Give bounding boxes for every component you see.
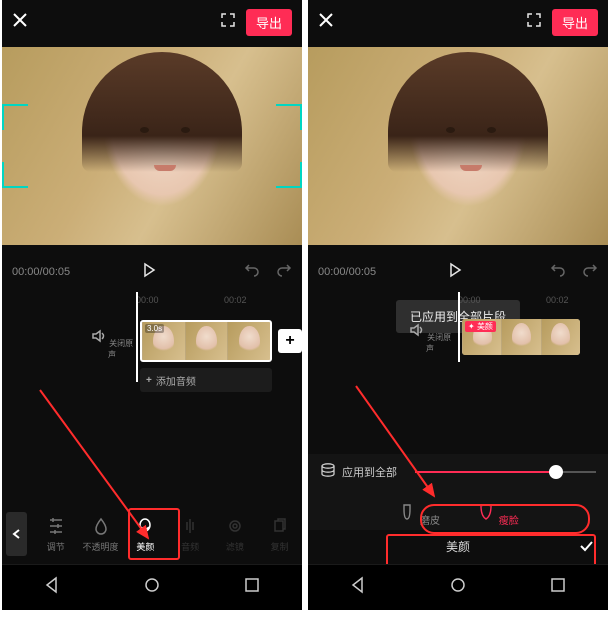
timeline[interactable]: 00:00 00:02 关闭原声 ✦ 美颜: [308, 292, 608, 380]
tool-audio[interactable]: 音频: [168, 516, 213, 553]
beauty-panel: 应用到全部 磨皮 瘦脸 美颜: [308, 454, 608, 562]
clip-track: ✦ 美颜: [462, 316, 580, 358]
confirm-icon[interactable]: [578, 538, 594, 554]
tool-adjust[interactable]: 调节: [33, 516, 78, 553]
timeline-ruler: 00:00 00:02: [2, 292, 302, 310]
video-preview[interactable]: [2, 44, 302, 248]
timeline-tick: 00:00: [136, 295, 159, 305]
preview-image: [308, 47, 608, 245]
crop-handle[interactable]: [2, 104, 4, 130]
mute-toggle[interactable]: 关闭原声: [408, 322, 452, 354]
video-clip[interactable]: ✦ 美颜: [462, 319, 580, 355]
fullscreen-icon[interactable]: [526, 12, 552, 33]
top-bar: 导出: [308, 0, 608, 44]
tool-copy[interactable]: 复制: [257, 516, 302, 553]
close-icon[interactable]: [318, 12, 334, 33]
timeline[interactable]: 00:00 00:02 关闭原声 3.0s + +添加音频: [2, 292, 302, 412]
preview-image: [2, 47, 302, 245]
playhead[interactable]: [136, 292, 138, 382]
video-preview[interactable]: [308, 44, 608, 248]
tool-label: 瘦脸: [499, 516, 519, 527]
top-bar: 导出: [2, 0, 302, 44]
tool-label: 滤镜: [212, 540, 257, 553]
screen-before: 导出 00:00/00:05 00:00 00:02 关闭原声: [2, 0, 302, 610]
video-clip[interactable]: 3.0s: [140, 320, 272, 362]
timeline-tick: 00:02: [546, 295, 569, 305]
apply-all-icon[interactable]: [320, 462, 336, 483]
redo-icon[interactable]: [260, 262, 292, 283]
crop-handle[interactable]: [2, 186, 28, 188]
undo-icon[interactable]: [534, 262, 566, 283]
add-audio-button[interactable]: +添加音频: [140, 368, 272, 392]
playback-controls: 00:00/00:05: [308, 252, 608, 292]
timeline-tick: 00:02: [224, 295, 247, 305]
screen-after: 导出 已应用到全部片段 00:00/00:05 00:00 00:02 关闭原声…: [308, 0, 608, 610]
playback-controls: 00:00/00:05: [2, 252, 302, 292]
tool-label: 美颜: [123, 540, 168, 553]
apply-all-row: 应用到全部: [308, 454, 608, 490]
clip-duration: 3.0s: [145, 324, 164, 333]
time-display: 00:00/00:05: [318, 266, 376, 278]
nav-home-icon[interactable]: [143, 576, 161, 599]
redo-icon[interactable]: [566, 262, 598, 283]
slider-fill: [415, 471, 556, 473]
nav-recent-icon[interactable]: [243, 576, 261, 599]
beauty-slider[interactable]: [415, 462, 596, 482]
tool-label: 不透明度: [78, 540, 123, 553]
fullscreen-icon[interactable]: [220, 12, 246, 33]
nav-home-icon[interactable]: [449, 576, 467, 599]
mute-label: 关闭原声: [108, 339, 133, 359]
tool-label: 音频: [168, 540, 213, 553]
nav-recent-icon[interactable]: [549, 576, 567, 599]
beauty-tool-face[interactable]: 瘦脸: [476, 502, 519, 527]
mute-label: 关闭原声: [426, 333, 451, 353]
tool-beauty[interactable]: 美颜: [123, 516, 168, 553]
tool-label: 复制: [257, 540, 302, 553]
crop-handle[interactable]: [300, 104, 302, 130]
tool-bar: 调节 不透明度 美颜 音频 滤镜 复制: [2, 506, 302, 562]
undo-icon[interactable]: [228, 262, 260, 283]
tool-label: 磨皮: [420, 516, 440, 527]
play-icon[interactable]: [141, 262, 157, 283]
panel-footer: 美颜: [308, 530, 608, 562]
add-clip-button[interactable]: +: [278, 329, 302, 353]
back-button[interactable]: [6, 512, 27, 556]
close-icon[interactable]: [12, 12, 28, 33]
clip-badge: ✦ 美颜: [465, 321, 496, 332]
time-display: 00:00/00:05: [12, 266, 70, 278]
clip-track: 3.0s +: [140, 320, 302, 362]
tool-filter[interactable]: 滤镜: [212, 516, 257, 553]
crop-handle[interactable]: [276, 186, 302, 188]
mute-toggle[interactable]: 关闭原声: [90, 328, 134, 360]
crop-handle[interactable]: [2, 104, 28, 106]
tool-label: 调节: [33, 540, 78, 553]
export-button[interactable]: 导出: [246, 9, 292, 36]
timeline-tick: 00:00: [458, 295, 481, 305]
android-navbar: [2, 564, 302, 610]
crop-handle[interactable]: [300, 162, 302, 188]
panel-title: 美颜: [446, 538, 470, 555]
slider-thumb[interactable]: [549, 465, 563, 479]
tool-opacity[interactable]: 不透明度: [78, 516, 123, 553]
crop-handle[interactable]: [2, 162, 4, 188]
nav-back-icon[interactable]: [43, 576, 61, 599]
nav-back-icon[interactable]: [349, 576, 367, 599]
apply-all-label[interactable]: 应用到全部: [342, 464, 397, 480]
beauty-tool-smooth[interactable]: 磨皮: [397, 502, 440, 527]
playhead[interactable]: [458, 292, 460, 362]
play-icon[interactable]: [447, 262, 463, 283]
crop-handle[interactable]: [276, 104, 302, 106]
android-navbar: [308, 564, 608, 610]
add-audio-label: 添加音频: [156, 373, 196, 388]
export-button[interactable]: 导出: [552, 9, 598, 36]
